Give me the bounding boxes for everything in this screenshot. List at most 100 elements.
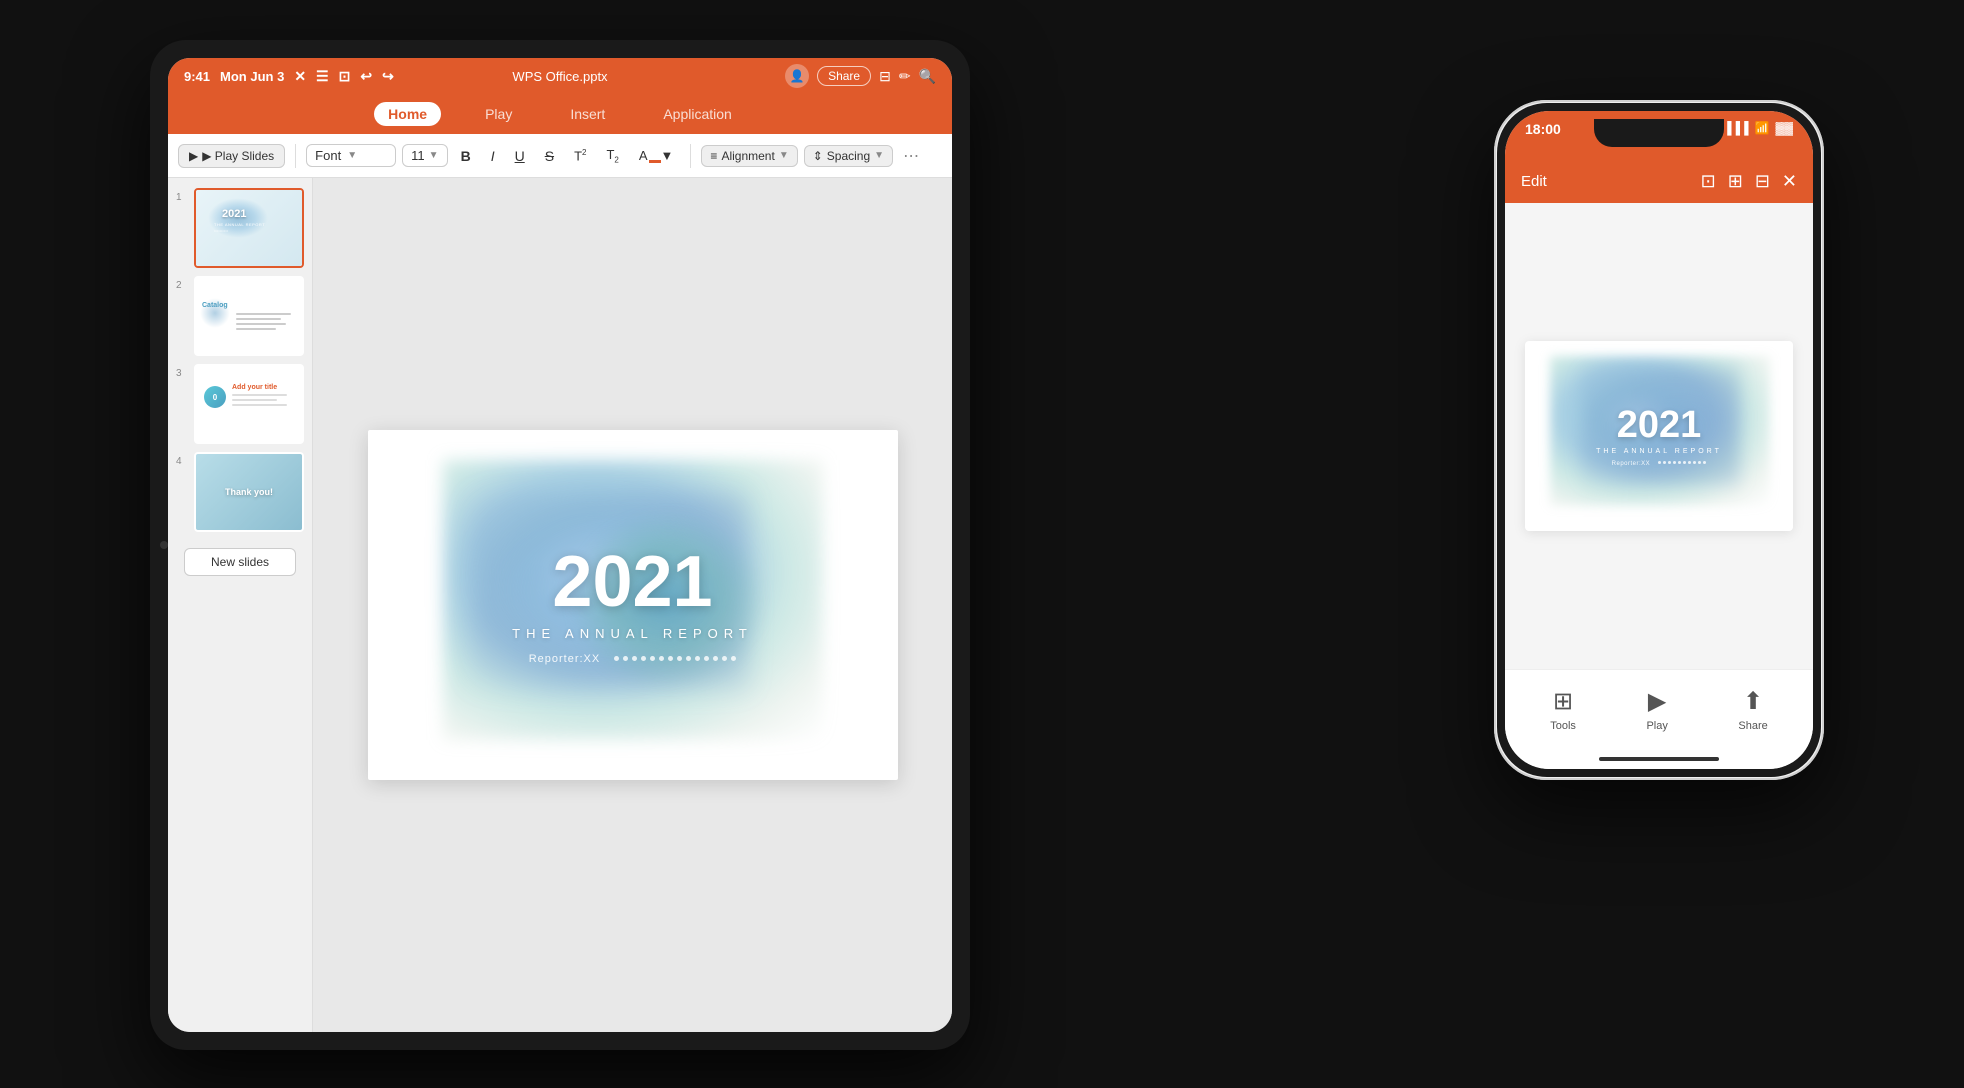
tab-bar: Home Play Insert Application — [168, 94, 952, 134]
spacing-button[interactable]: ⇕ Spacing ▼ — [804, 145, 893, 167]
dot-3 — [632, 656, 637, 661]
font-color-button[interactable]: A▼ — [632, 145, 681, 166]
spacing-dropdown-arrow: ▼ — [874, 150, 884, 161]
size-dropdown-arrow: ▼ — [429, 150, 439, 161]
dot-9 — [686, 656, 691, 661]
phone-reporter-text: Reporter:XX — [1612, 461, 1651, 467]
tab-home[interactable]: Home — [374, 102, 441, 126]
phone-close-button[interactable]: ✕ — [1782, 171, 1797, 192]
phone-subtitle-text: THE ANNUAL REPORT — [1596, 448, 1722, 455]
phone-dot-6 — [1683, 461, 1686, 464]
toolbar-separator — [295, 144, 296, 168]
slide-thumbnail-2[interactable]: Catalog — [194, 276, 304, 356]
more-icon[interactable]: ⋯ — [903, 146, 919, 166]
tools-label: Tools — [1550, 720, 1576, 732]
s3-lines — [232, 394, 287, 406]
align-icon: ≡ — [710, 149, 717, 163]
slide3-bg: 0 Add your title — [196, 366, 302, 442]
redo-icon[interactable]: ↪ — [382, 68, 394, 85]
s1-year-text: 2021 — [222, 208, 246, 220]
new-slides-button[interactable]: New slides — [184, 548, 296, 576]
phone-device: 18:00 ▐▐▐ 📶 ▓▓ Edit ⊡ ⊞ ⊟ ✕ — [1494, 100, 1824, 780]
s2-line-2 — [236, 318, 281, 320]
bookmark-icon[interactable]: ⊡ — [339, 68, 351, 85]
s2-watercolor — [200, 298, 230, 328]
phone-bookmark-icon[interactable]: ⊡ — [1701, 171, 1716, 192]
menu-icon[interactable]: ☰ — [316, 68, 329, 85]
status-right: 👤 Share ⊟ ✏ 🔍 — [785, 64, 936, 88]
phone-screen: 18:00 ▐▐▐ 📶 ▓▓ Edit ⊡ ⊞ ⊟ ✕ — [1505, 111, 1813, 769]
s3-line-3 — [232, 404, 287, 406]
phone-dot-7 — [1688, 461, 1691, 464]
phone-year-text: 2021 — [1596, 406, 1722, 444]
phone-grid-icon[interactable]: ⊞ — [1728, 171, 1743, 192]
phone-status-icons: ▐▐▐ 📶 ▓▓ — [1723, 121, 1793, 135]
tablet-status-bar: 9:41 Mon Jun 3 ✕ ☰ ⊡ ↩ ↪ WPS Office.pptx… — [168, 58, 952, 94]
slide-main-content: 2021 THE ANNUAL REPORT Reporter:XX — [512, 546, 753, 665]
dot-2 — [623, 656, 628, 661]
main-slide-view: 2021 THE ANNUAL REPORT Reporter:XX — [313, 178, 952, 1032]
slide-thumbnail-1[interactable]: 2021 THE ANNUAL REPORT •••••••••• — [194, 188, 304, 268]
spacing-label: Spacing — [827, 149, 870, 163]
phone-nav-share[interactable]: ⬆ Share — [1738, 687, 1767, 732]
close-icon[interactable]: ✕ — [294, 68, 306, 85]
bold-button[interactable]: B — [454, 145, 478, 167]
slide-number-2: 2 — [176, 280, 188, 291]
font-selector[interactable]: Font ▼ — [306, 144, 396, 167]
slide-item-4: 4 Thank you! — [176, 452, 304, 532]
main-slide-canvas[interactable]: 2021 THE ANNUAL REPORT Reporter:XX — [368, 430, 898, 780]
underline-button[interactable]: U — [508, 145, 532, 167]
play-icon: ▶ — [189, 149, 198, 163]
formatting-toolbar: ▶ ▶ Play Slides Font ▼ 11 ▼ B I U S T2 T… — [168, 134, 952, 178]
dot-12 — [713, 656, 718, 661]
tablet-camera — [160, 541, 168, 549]
alignment-label: Alignment — [721, 149, 774, 163]
slide-item-3: 3 0 Add your title — [176, 364, 304, 444]
play-slides-button[interactable]: ▶ ▶ Play Slides — [178, 144, 285, 168]
search-icon[interactable]: 🔍 — [919, 68, 936, 85]
slide-thumbnail-4[interactable]: Thank you! — [194, 452, 304, 532]
tablet-screen: 9:41 Mon Jun 3 ✕ ☰ ⊡ ↩ ↪ WPS Office.pptx… — [168, 58, 952, 1032]
tab-application[interactable]: Application — [649, 102, 746, 126]
slide-panel: 1 2021 THE ANNUAL REPORT •••••••••• 2 — [168, 178, 313, 1032]
play-icon: ▶ — [1648, 687, 1666, 716]
phone-toolbar-icons: ⊡ ⊞ ⊟ ✕ — [1701, 171, 1797, 192]
slide4-bg: Thank you! — [196, 454, 302, 530]
italic-button[interactable]: I — [484, 145, 502, 167]
dot-13 — [722, 656, 727, 661]
font-size-selector[interactable]: 11 ▼ — [402, 144, 447, 167]
subscript-button[interactable]: T2 — [599, 144, 625, 168]
s2-lines — [236, 313, 296, 330]
font-label: Font — [315, 148, 341, 163]
phone-dot-1 — [1658, 461, 1661, 464]
phone-nav-tools[interactable]: ⊞ Tools — [1550, 687, 1576, 732]
tab-play[interactable]: Play — [471, 102, 526, 126]
phone-slide-canvas[interactable]: 2021 THE ANNUAL REPORT Reporter:XX — [1525, 341, 1793, 531]
slide-number-3: 3 — [176, 368, 188, 379]
main-subtitle-text: THE ANNUAL REPORT — [512, 626, 753, 641]
phone-signal-icon: ▐▐▐ — [1723, 121, 1749, 135]
share-label: Share — [1738, 720, 1767, 732]
spacing-icon: ⇕ — [813, 149, 823, 163]
phone-edit-button[interactable]: Edit — [1521, 173, 1547, 190]
phone-toolbar: Edit ⊡ ⊞ ⊟ ✕ — [1505, 159, 1813, 203]
play-slides-label: ▶ Play Slides — [202, 149, 274, 163]
undo-icon[interactable]: ↩ — [360, 68, 372, 85]
strikethrough-button[interactable]: S — [538, 145, 561, 167]
phone-nav-play[interactable]: ▶ Play — [1646, 687, 1667, 732]
dot-11 — [704, 656, 709, 661]
dot-14 — [731, 656, 736, 661]
tools-icon: ⊞ — [1553, 687, 1573, 716]
status-date: Mon Jun 3 — [220, 69, 284, 84]
s2-line-3 — [236, 323, 286, 325]
view-icon[interactable]: ⊟ — [879, 68, 891, 85]
slide-number-1: 1 — [176, 192, 188, 203]
font-dropdown-arrow: ▼ — [347, 150, 357, 161]
phone-layout-icon[interactable]: ⊟ — [1755, 171, 1770, 192]
tab-insert[interactable]: Insert — [556, 102, 619, 126]
pencil-icon[interactable]: ✏ — [899, 68, 911, 85]
alignment-button[interactable]: ≡ Alignment ▼ — [701, 145, 797, 167]
superscript-button[interactable]: T2 — [567, 145, 593, 166]
slide-thumbnail-3[interactable]: 0 Add your title — [194, 364, 304, 444]
share-button[interactable]: Share — [817, 66, 871, 86]
